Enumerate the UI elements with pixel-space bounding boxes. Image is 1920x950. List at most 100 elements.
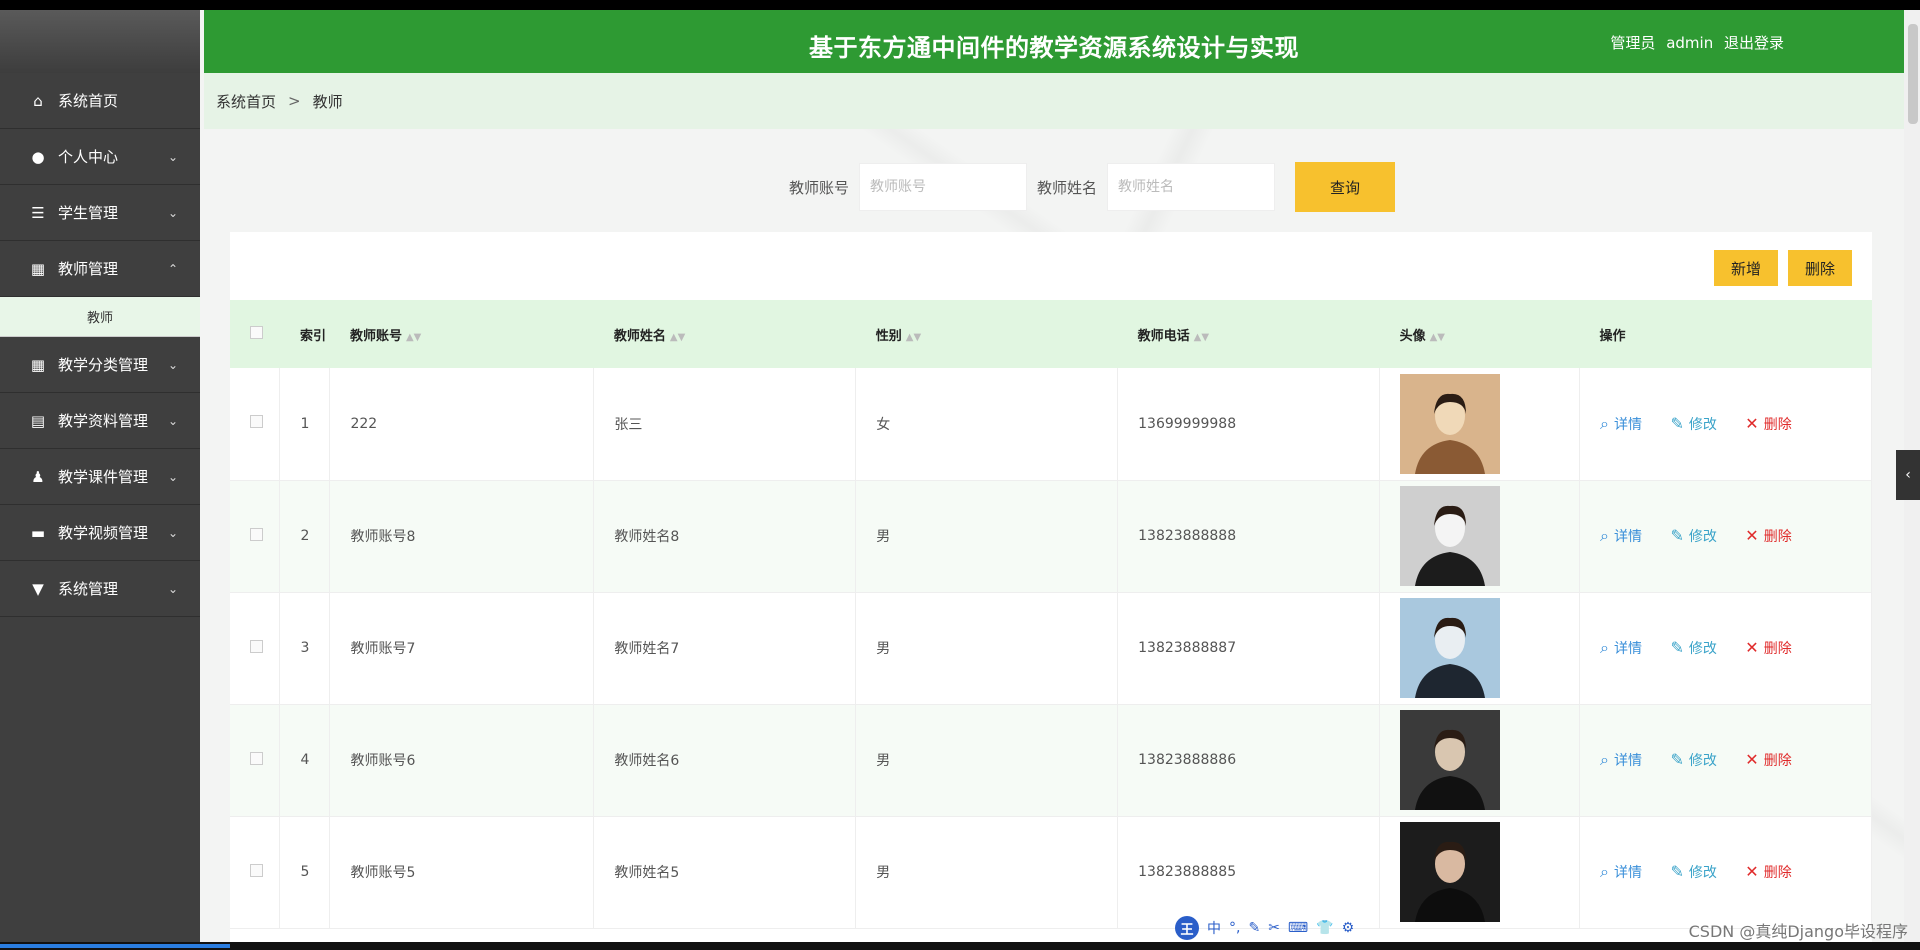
batch-delete-button[interactable]: 删除 <box>1788 250 1852 286</box>
row-checkbox[interactable] <box>250 415 263 429</box>
edit-button[interactable]: ✎ 修改 <box>1670 414 1716 434</box>
col-gender[interactable]: 性别 ▲▼ <box>856 300 1118 368</box>
sidebar-item-label: 教师管理 <box>58 260 119 278</box>
row-account: 教师账号7 <box>329 592 595 705</box>
row-delete-button[interactable]: ✕ 删除 <box>1745 638 1791 658</box>
row-gender: 男 <box>855 480 1119 593</box>
username: admin <box>1666 34 1714 52</box>
video-progress-fill <box>0 944 230 948</box>
query-button[interactable]: 查询 <box>1295 162 1396 212</box>
edit-button[interactable]: ✎ 修改 <box>1670 862 1716 882</box>
row-name: 张三 <box>593 368 857 481</box>
detail-button[interactable]: ⌕ 详情 <box>1600 862 1642 882</box>
select-all-checkbox[interactable] <box>250 325 263 339</box>
sidebar-item-3[interactable]: ▦ 教师管理 ⌃ <box>0 241 200 297</box>
ime-mode[interactable]: 中 <box>1207 918 1221 938</box>
col-avatar[interactable]: 头像 ▲▼ <box>1380 300 1580 368</box>
row-delete-button[interactable]: ✕ 删除 <box>1745 750 1791 770</box>
sidebar-item-label: 教学资料管理 <box>58 412 149 430</box>
settings-gear-icon[interactable]: ⚙ <box>1342 920 1355 936</box>
sidebar-item-1[interactable]: ● 个人中心 ⌄ <box>0 129 200 185</box>
table-actions: 新增 删除 <box>1714 250 1852 286</box>
detail-button[interactable]: ⌕ 详情 <box>1600 414 1642 434</box>
detail-label: 详情 <box>1613 417 1642 433</box>
person-icon: ♟ <box>31 467 45 486</box>
sidebar-item-label: 教学分类管理 <box>58 356 149 374</box>
table-row: 5 教师账号5 教师姓名5 男 13823888885 ⌕ 详情 ✎ 修改 ✕ 删除 <box>230 816 1872 929</box>
sidebar-subitem-teacher[interactable]: 教师 <box>0 297 200 337</box>
avatar <box>1400 373 1501 474</box>
row-name: 教师姓名5 <box>593 816 857 929</box>
row-delete-button[interactable]: ✕ 删除 <box>1745 526 1791 546</box>
row-gender: 女 <box>855 368 1119 481</box>
row-account: 222 <box>329 368 595 481</box>
sidebar-item-7[interactable]: ▬ 教学视频管理 ⌄ <box>0 505 200 561</box>
row-checkbox[interactable] <box>250 527 263 541</box>
video-progress-track[interactable] <box>0 942 1920 950</box>
row-index: 2 <box>279 480 331 593</box>
home-icon: ⌂ <box>33 91 43 110</box>
sidebar-item-2[interactable]: ☰ 学生管理 ⌄ <box>0 185 200 241</box>
close-x-icon: ✕ <box>1745 526 1759 546</box>
chevron-left-icon: ‹ <box>1905 467 1911 483</box>
edit-button[interactable]: ✎ 修改 <box>1670 526 1716 546</box>
row-checkbox[interactable] <box>250 639 263 653</box>
account-search-input[interactable] <box>859 163 1027 211</box>
sidebar-item-8[interactable]: ▼ 系统管理 ⌄ <box>0 561 200 617</box>
col-phone-label: 教师电话 <box>1137 328 1190 344</box>
delete-label: 删除 <box>1763 416 1792 433</box>
chevron-icon: ⌄ <box>167 357 178 372</box>
edit-pencil-icon: ✎ <box>1670 414 1684 433</box>
table-row: 4 教师账号6 教师姓名6 男 13823888886 ⌕ 详情 ✎ 修改 ✕ 删除 <box>230 704 1872 817</box>
keyboard-icon[interactable]: ⌨ <box>1288 920 1308 936</box>
breadcrumb-home[interactable]: 系统首页 <box>216 91 276 112</box>
add-button[interactable]: 新增 <box>1714 250 1778 286</box>
punctuation-icon[interactable]: °, <box>1229 920 1240 936</box>
delete-label: 删除 <box>1763 864 1792 881</box>
sidebar-item-4[interactable]: ▦ 教学分类管理 ⌄ <box>0 337 200 393</box>
name-search-input[interactable] <box>1107 163 1276 211</box>
row-index: 1 <box>279 368 331 481</box>
edit-label: 修改 <box>1688 528 1717 545</box>
edit-button[interactable]: ✎ 修改 <box>1670 750 1716 770</box>
avatar <box>1400 710 1501 810</box>
col-name[interactable]: 教师姓名 ▲▼ <box>594 300 856 368</box>
avatar <box>1400 486 1501 586</box>
row-gender: 男 <box>855 704 1119 817</box>
logout-link[interactable]: 退出登录 <box>1724 34 1784 52</box>
scroll-thumb[interactable] <box>1908 24 1918 124</box>
row-account: 教师账号6 <box>329 704 595 817</box>
row-actions: ⌕ 详情 ✎ 修改 ✕ 删除 <box>1579 704 1872 817</box>
col-account[interactable]: 教师账号 ▲▼ <box>330 300 594 368</box>
detail-label: 详情 <box>1613 529 1642 546</box>
search-bar: 教师账号 教师姓名 查询 <box>200 162 1904 212</box>
breadcrumb: 系统首页 > 教师 <box>204 73 1904 129</box>
row-checkbox[interactable] <box>250 863 263 877</box>
edit-pencil-icon: ✎ <box>1670 526 1684 546</box>
table-icon: ▤ <box>30 411 46 430</box>
detail-button[interactable]: ⌕ 详情 <box>1600 526 1642 546</box>
collapse-toggle-button[interactable]: ‹ <box>1896 450 1920 500</box>
sidebar-item-5[interactable]: ▤ 教学资料管理 ⌄ <box>0 393 200 449</box>
row-delete-button[interactable]: ✕ 删除 <box>1745 414 1791 434</box>
delete-label: 删除 <box>1763 752 1792 769</box>
edit-button[interactable]: ✎ 修改 <box>1670 638 1716 658</box>
sidebar-item-0[interactable]: ⌂ 系统首页 <box>0 73 200 129</box>
sidebar-logo-area <box>0 10 200 73</box>
col-phone[interactable]: 教师电话 ▲▼ <box>1118 300 1380 368</box>
delete-label: 删除 <box>1763 640 1792 657</box>
scissors-icon[interactable]: ✂ <box>1268 920 1280 936</box>
row-select-cell <box>230 480 281 593</box>
sidebar-item-6[interactable]: ♟ 教学课件管理 ⌄ <box>0 449 200 505</box>
pen-icon[interactable]: ✎ <box>1248 920 1260 936</box>
detail-button[interactable]: ⌕ 详情 <box>1600 750 1642 770</box>
ime-logo-icon[interactable]: 王 <box>1175 916 1199 940</box>
skin-icon[interactable]: 👕 <box>1316 920 1333 936</box>
edit-pencil-icon: ✎ <box>1670 750 1684 770</box>
row-delete-button[interactable]: ✕ 删除 <box>1745 862 1791 882</box>
row-checkbox[interactable] <box>250 751 263 765</box>
row-gender: 男 <box>855 816 1119 929</box>
detail-button[interactable]: ⌕ 详情 <box>1600 638 1642 658</box>
row-avatar-cell <box>1379 480 1581 593</box>
row-actions: ⌕ 详情 ✎ 修改 ✕ 删除 <box>1579 368 1872 481</box>
